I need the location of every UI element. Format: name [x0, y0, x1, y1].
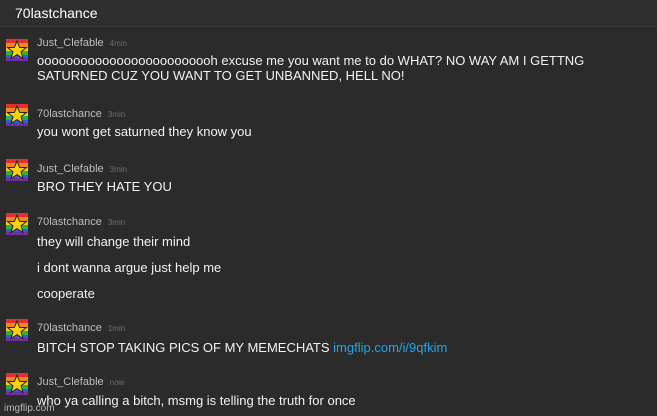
username[interactable]: 70lastchance: [37, 108, 102, 120]
username[interactable]: Just_Clefable: [37, 163, 104, 175]
message-text: BRO THEY HATE YOU: [37, 179, 172, 194]
message-meta: 70lastchance 3min: [37, 216, 125, 228]
username[interactable]: Just_Clefable: [37, 37, 104, 49]
message-text: you wont get saturned they know you: [37, 124, 252, 139]
chat-title: 70lastchance: [0, 0, 657, 27]
message-text: who ya calling a bitch, msmg is telling …: [37, 393, 356, 408]
timestamp: now: [109, 378, 125, 387]
rainbow-star-icon[interactable]: [6, 104, 28, 126]
timestamp: 4min: [109, 39, 127, 48]
message-text: ooooooooooooooooooooooooh excuse me you …: [37, 53, 585, 83]
rainbow-star-icon[interactable]: [6, 319, 28, 341]
rainbow-star-icon[interactable]: [6, 39, 28, 61]
message-meta: Just_Clefable now: [37, 376, 124, 388]
rainbow-star-icon[interactable]: [6, 159, 28, 181]
username[interactable]: 70lastchance: [37, 216, 102, 228]
message-text: cooperate: [37, 286, 95, 301]
username[interactable]: 70lastchance: [37, 322, 102, 334]
message-meta: Just_Clefable 3min: [37, 163, 127, 175]
rainbow-star-icon[interactable]: [6, 373, 28, 395]
timestamp: 3min: [109, 165, 127, 174]
message-text-content: BITCH STOP TAKING PICS OF MY MEMECHATS: [37, 340, 334, 355]
message-meta: Just_Clefable 4min: [37, 37, 127, 49]
timestamp: 1min: [107, 324, 126, 333]
rainbow-star-icon[interactable]: [6, 213, 28, 235]
message-meta: 70lastchance 3min: [37, 108, 125, 120]
message-link[interactable]: imgflip.com/i/9qfkim: [333, 340, 447, 355]
username[interactable]: Just_Clefable: [37, 376, 104, 388]
message-text: they will change their mind: [37, 234, 191, 249]
message-text: i dont wanna argue just help me: [37, 260, 222, 275]
message-meta: 70lastchance 1min: [37, 322, 125, 334]
timestamp: 3min: [107, 110, 126, 119]
imgflip-watermark: imgflip.com: [4, 403, 55, 414]
chat-messages[interactable]: Just_Clefable 4min oooooooooooooooooooooo…: [0, 27, 657, 416]
message-text: BITCH STOP TAKING PICS OF MY MEMECHATS i…: [37, 340, 627, 355]
timestamp: 3min: [107, 218, 126, 227]
